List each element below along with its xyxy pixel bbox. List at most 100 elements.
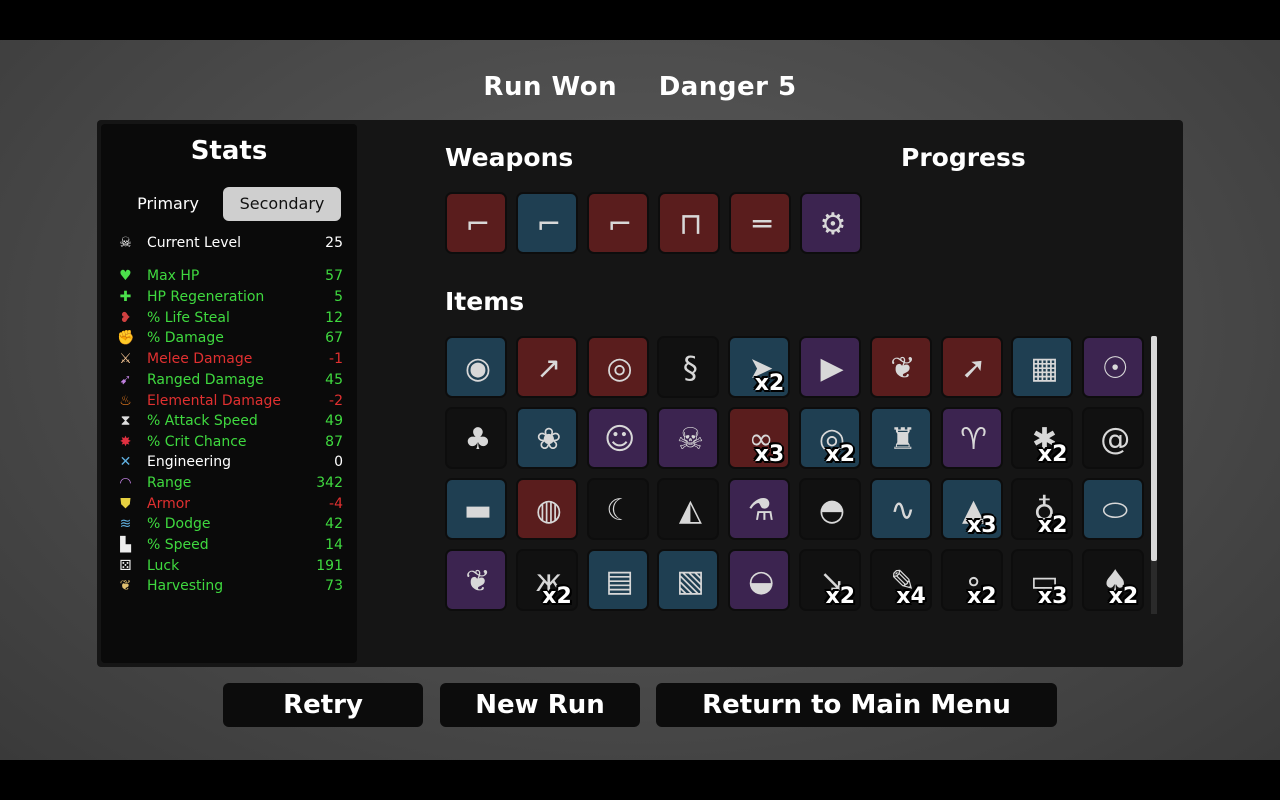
inventory-slot[interactable]: ▬ <box>445 478 507 540</box>
egg-icon: ◉ <box>464 351 492 386</box>
return-main-menu-button[interactable]: Return to Main Menu <box>656 683 1057 727</box>
flame-icon: ♨ <box>119 393 132 409</box>
inventory-slot[interactable]: ⬭ <box>1082 478 1145 540</box>
stat-row-current-level: ☠ Current Level 25 <box>117 233 343 253</box>
inventory-slot[interactable]: ⌐ <box>587 192 649 254</box>
stat-row: ▙ % Speed 14 <box>117 535 343 555</box>
inventory-slot[interactable]: ☺ <box>586 407 649 469</box>
sword-icon: ⚔ <box>119 351 132 367</box>
tab-secondary[interactable]: Secondary <box>223 187 341 221</box>
inventory-slot[interactable]: ❀ <box>515 407 578 469</box>
stat-label: Ranged Damage <box>147 372 264 388</box>
retry-button[interactable]: Retry <box>223 683 423 727</box>
run-result-label: Run Won <box>483 72 618 102</box>
spear-icon: ↗ <box>536 351 562 386</box>
inventory-slot[interactable]: ↘ x2 <box>799 549 861 611</box>
inventory-slot[interactable]: ∞ x3 <box>728 407 791 469</box>
inventory-slot[interactable]: ✱ x2 <box>1011 407 1074 469</box>
inventory-slot[interactable]: ▤ <box>586 549 649 611</box>
inventory-slot[interactable]: ═ <box>729 192 791 254</box>
stat-label: Elemental Damage <box>147 393 281 409</box>
inventory-slot[interactable]: ◉ <box>445 336 507 398</box>
inventory-slot[interactable]: ☾ <box>586 478 649 540</box>
run-result-header: Run Won Danger 5 <box>0 72 1280 102</box>
inventory-slot[interactable]: ◓ <box>799 478 861 540</box>
inventory-slot[interactable]: ◎ <box>586 336 649 398</box>
inventory-slot[interactable]: ☠ <box>657 407 720 469</box>
stats-title: Stats <box>190 136 268 166</box>
stat-label: Melee Damage <box>147 351 253 367</box>
inventory-slot[interactable]: ∘ x2 <box>940 549 1003 611</box>
inventory-slot[interactable]: ♁ x2 <box>1011 478 1074 540</box>
stat-row: ➹ Ranged Damage 45 <box>117 370 343 390</box>
snail-icon: @ <box>1100 422 1131 457</box>
stat-label: Current Level <box>147 235 241 251</box>
inventory-slot[interactable]: ✎ x4 <box>869 549 932 611</box>
stat-value: 0 <box>334 454 343 470</box>
item-count-badge: x2 <box>1037 442 1068 467</box>
inventory-slot[interactable]: ж x2 <box>515 549 578 611</box>
stat-row: ⛊ Armor -4 <box>117 494 343 514</box>
inventory-slot[interactable]: ◍ <box>515 478 578 540</box>
revolver-icon: ⌐ <box>465 207 491 242</box>
new-run-button[interactable]: New Run <box>440 683 640 727</box>
inventory-slot[interactable]: ⚙ <box>800 192 862 254</box>
inventory-slot[interactable]: ◭ <box>657 478 720 540</box>
items-scrollbar[interactable] <box>1151 336 1157 561</box>
inventory-slot[interactable]: ➚ <box>940 336 1003 398</box>
inventory-slot[interactable]: ◒ <box>728 549 791 611</box>
stat-label: % Crit Chance <box>147 434 247 450</box>
inventory-slot[interactable]: ♜ <box>869 407 932 469</box>
crit-burst-icon: ✸ <box>119 434 132 450</box>
inventory-slot[interactable]: ♣ <box>445 407 507 469</box>
tree-icon: ♣ <box>464 422 492 457</box>
inventory-slot[interactable]: ▦ <box>1011 336 1074 398</box>
skull-icon: ☠ <box>119 235 132 251</box>
inventory-slot[interactable]: ⊓ <box>658 192 720 254</box>
inventory-slot[interactable]: @ <box>1082 407 1145 469</box>
inventory-slot[interactable]: ♈ <box>940 407 1003 469</box>
stat-row: ≋ % Dodge 42 <box>117 514 343 534</box>
fangs-icon: ❥ <box>119 310 132 326</box>
ghost-icon: ☺ <box>603 422 636 457</box>
hourglass-icon: ⧗ <box>120 413 131 429</box>
wings-icon: ❦ <box>465 564 491 599</box>
stat-value: -1 <box>329 351 343 367</box>
item-count-badge: x4 <box>896 584 926 609</box>
inventory-slot[interactable]: ⚗ <box>728 478 791 540</box>
triangle-gem-icon: ▶ <box>820 351 844 386</box>
stat-value: 45 <box>325 372 343 388</box>
inventory-slot[interactable]: ▲ x3 <box>940 478 1003 540</box>
inventory-slot[interactable]: ↗ <box>515 336 578 398</box>
inventory-slot[interactable]: ▧ <box>657 549 720 611</box>
inventory-slot[interactable]: ⌐ <box>516 192 578 254</box>
stat-row: ♥ Max HP 57 <box>117 266 343 286</box>
inventory-slot[interactable]: ➤ x2 <box>728 336 791 398</box>
stat-label: Max HP <box>147 268 200 284</box>
tab-primary[interactable]: Primary <box>109 187 227 221</box>
scarf-icon: ▬ <box>463 493 493 528</box>
inventory-slot[interactable]: ◎ x2 <box>799 407 861 469</box>
inventory-slot[interactable]: ♠ x2 <box>1082 549 1145 611</box>
inventory-slot[interactable]: ▭ x3 <box>1011 549 1074 611</box>
inventory-slot[interactable]: ❦ <box>869 336 932 398</box>
inventory-slot[interactable]: ∿ <box>869 478 932 540</box>
danger-level-label: Danger 5 <box>658 72 797 102</box>
heart-icon: ♥ <box>119 268 132 284</box>
stat-value: 67 <box>325 330 343 346</box>
inventory-slot[interactable]: § <box>657 336 720 398</box>
smg-icon: ⊓ <box>679 207 703 242</box>
inventory-slot[interactable]: ❦ <box>445 549 507 611</box>
stat-value: 87 <box>325 434 343 450</box>
tentacle-icon: ∿ <box>890 493 916 528</box>
inventory-slot[interactable]: ⌐ <box>445 192 507 254</box>
inventory-slot[interactable]: ☉ <box>1082 336 1145 398</box>
stat-row: ⧗ % Attack Speed 49 <box>117 411 343 431</box>
progress-heading: Progress <box>901 143 1026 172</box>
bowler-hat-icon: ◒ <box>748 564 775 599</box>
inventory-slot[interactable]: ▶ <box>799 336 861 398</box>
stat-row: ✊ % Damage 67 <box>117 328 343 348</box>
stat-label: Armor <box>147 496 191 512</box>
alien-worm-icon: § <box>682 351 698 386</box>
stat-value: 14 <box>325 537 343 553</box>
